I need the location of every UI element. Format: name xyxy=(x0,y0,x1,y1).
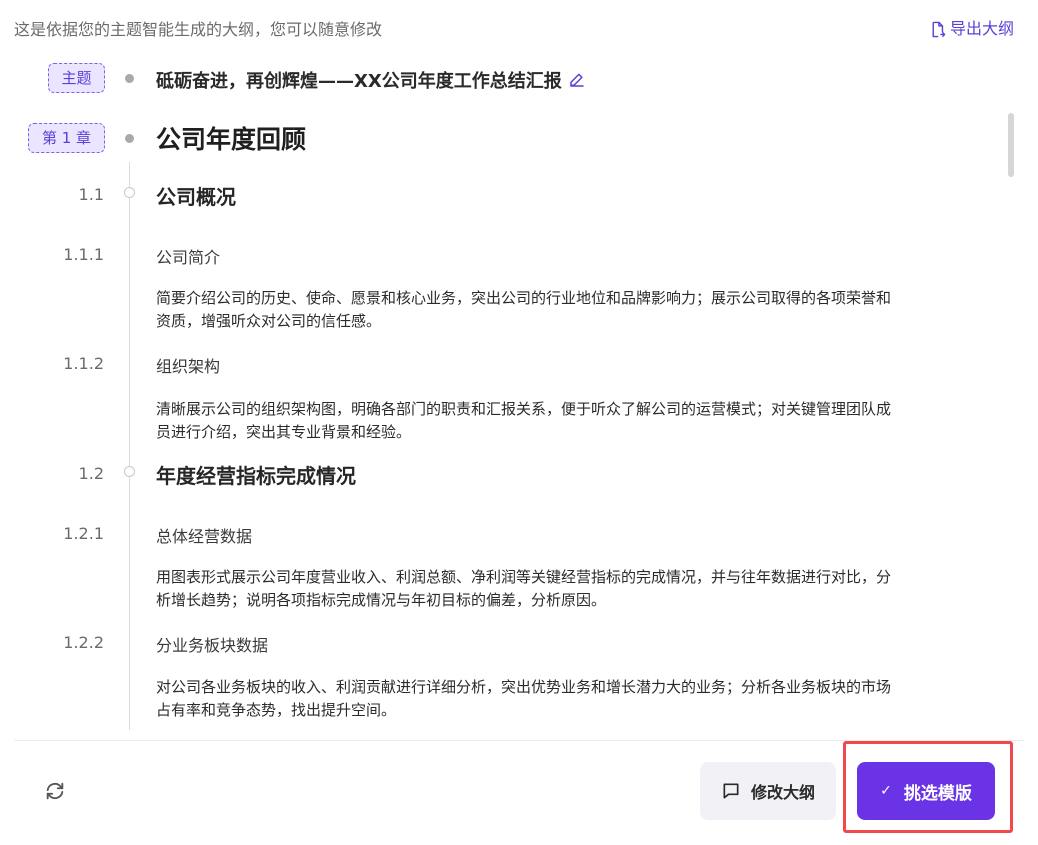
refresh-icon[interactable] xyxy=(44,780,66,802)
item-title[interactable]: 分业务板块数据 xyxy=(156,632,268,656)
item-description[interactable]: 简要介绍公司的历史、使命、愿景和核心业务，突出公司的行业地位和品牌影响力；展示公… xyxy=(156,287,896,333)
item-description[interactable]: 用图表形式展示公司年度营业收入、利润总额、净利润等关键经营指标的完成情况，并与往… xyxy=(156,566,896,612)
item-title[interactable]: 组织架构 xyxy=(156,353,220,377)
modify-outline-button[interactable]: 修改大纲 xyxy=(700,762,836,820)
item-title[interactable]: 公司简介 xyxy=(156,244,220,268)
check-icon: ✓ xyxy=(880,783,892,799)
item-number: 1.1.1 xyxy=(63,245,104,264)
export-file-icon xyxy=(932,21,946,37)
item-number: 1.2.2 xyxy=(63,633,104,652)
chapter-tag: 第 1 章 xyxy=(28,123,105,153)
outline-page: 这是依据您的主题智能生成的大纲，您可以随意修改 导出大纲 主题 砥砺奋进，再创辉… xyxy=(0,0,1038,845)
chapter-node-dot xyxy=(125,134,134,143)
outline-scrollbar[interactable] xyxy=(1008,113,1014,177)
outline-tree[interactable]: 主题 砥砺奋进，再创辉煌——XX公司年度工作总结汇报 第 1 章 公司年度回顾 … xyxy=(0,56,1000,736)
section-title[interactable]: 年度经营指标完成情况 xyxy=(156,460,356,489)
section-node-ring xyxy=(124,187,135,198)
timeline-line xyxy=(129,162,130,730)
modify-outline-label: 修改大纲 xyxy=(750,783,815,802)
theme-title: 砥砺奋进，再创辉煌——XX公司年度工作总结汇报 xyxy=(156,71,562,92)
pencil-edit-icon[interactable] xyxy=(568,71,586,89)
item-number: 1.1.2 xyxy=(63,354,104,373)
theme-title-row[interactable]: 砥砺奋进，再创辉煌——XX公司年度工作总结汇报 xyxy=(156,67,586,93)
theme-tag: 主题 xyxy=(48,63,105,93)
section-number: 1.1 xyxy=(78,185,104,204)
item-description[interactable]: 对公司各业务板块的收入、利润贡献进行详细分析，突出优势业务和增长潜力大的业务；分… xyxy=(156,676,896,722)
export-outline-button[interactable]: 导出大纲 xyxy=(929,18,1014,40)
item-number: 1.2.1 xyxy=(63,524,104,543)
pick-template-button[interactable]: ✓ 挑选模版 xyxy=(857,762,995,820)
export-outline-label: 导出大纲 xyxy=(949,19,1014,38)
section-title[interactable]: 公司概况 xyxy=(156,181,236,210)
comment-icon xyxy=(723,783,739,799)
chapter-title[interactable]: 公司年度回顾 xyxy=(156,120,306,156)
outline-hint: 这是依据您的主题智能生成的大纲，您可以随意修改 xyxy=(14,20,383,39)
item-title[interactable]: 总体经营数据 xyxy=(156,523,252,547)
pick-template-label: 挑选模版 xyxy=(903,783,972,804)
section-number: 1.2 xyxy=(78,464,104,483)
section-node-ring xyxy=(124,466,135,477)
item-description[interactable]: 清晰展示公司的组织架构图，明确各部门的职责和汇报关系，便于听众了解公司的运营模式… xyxy=(156,398,896,444)
theme-node-dot xyxy=(125,74,134,83)
